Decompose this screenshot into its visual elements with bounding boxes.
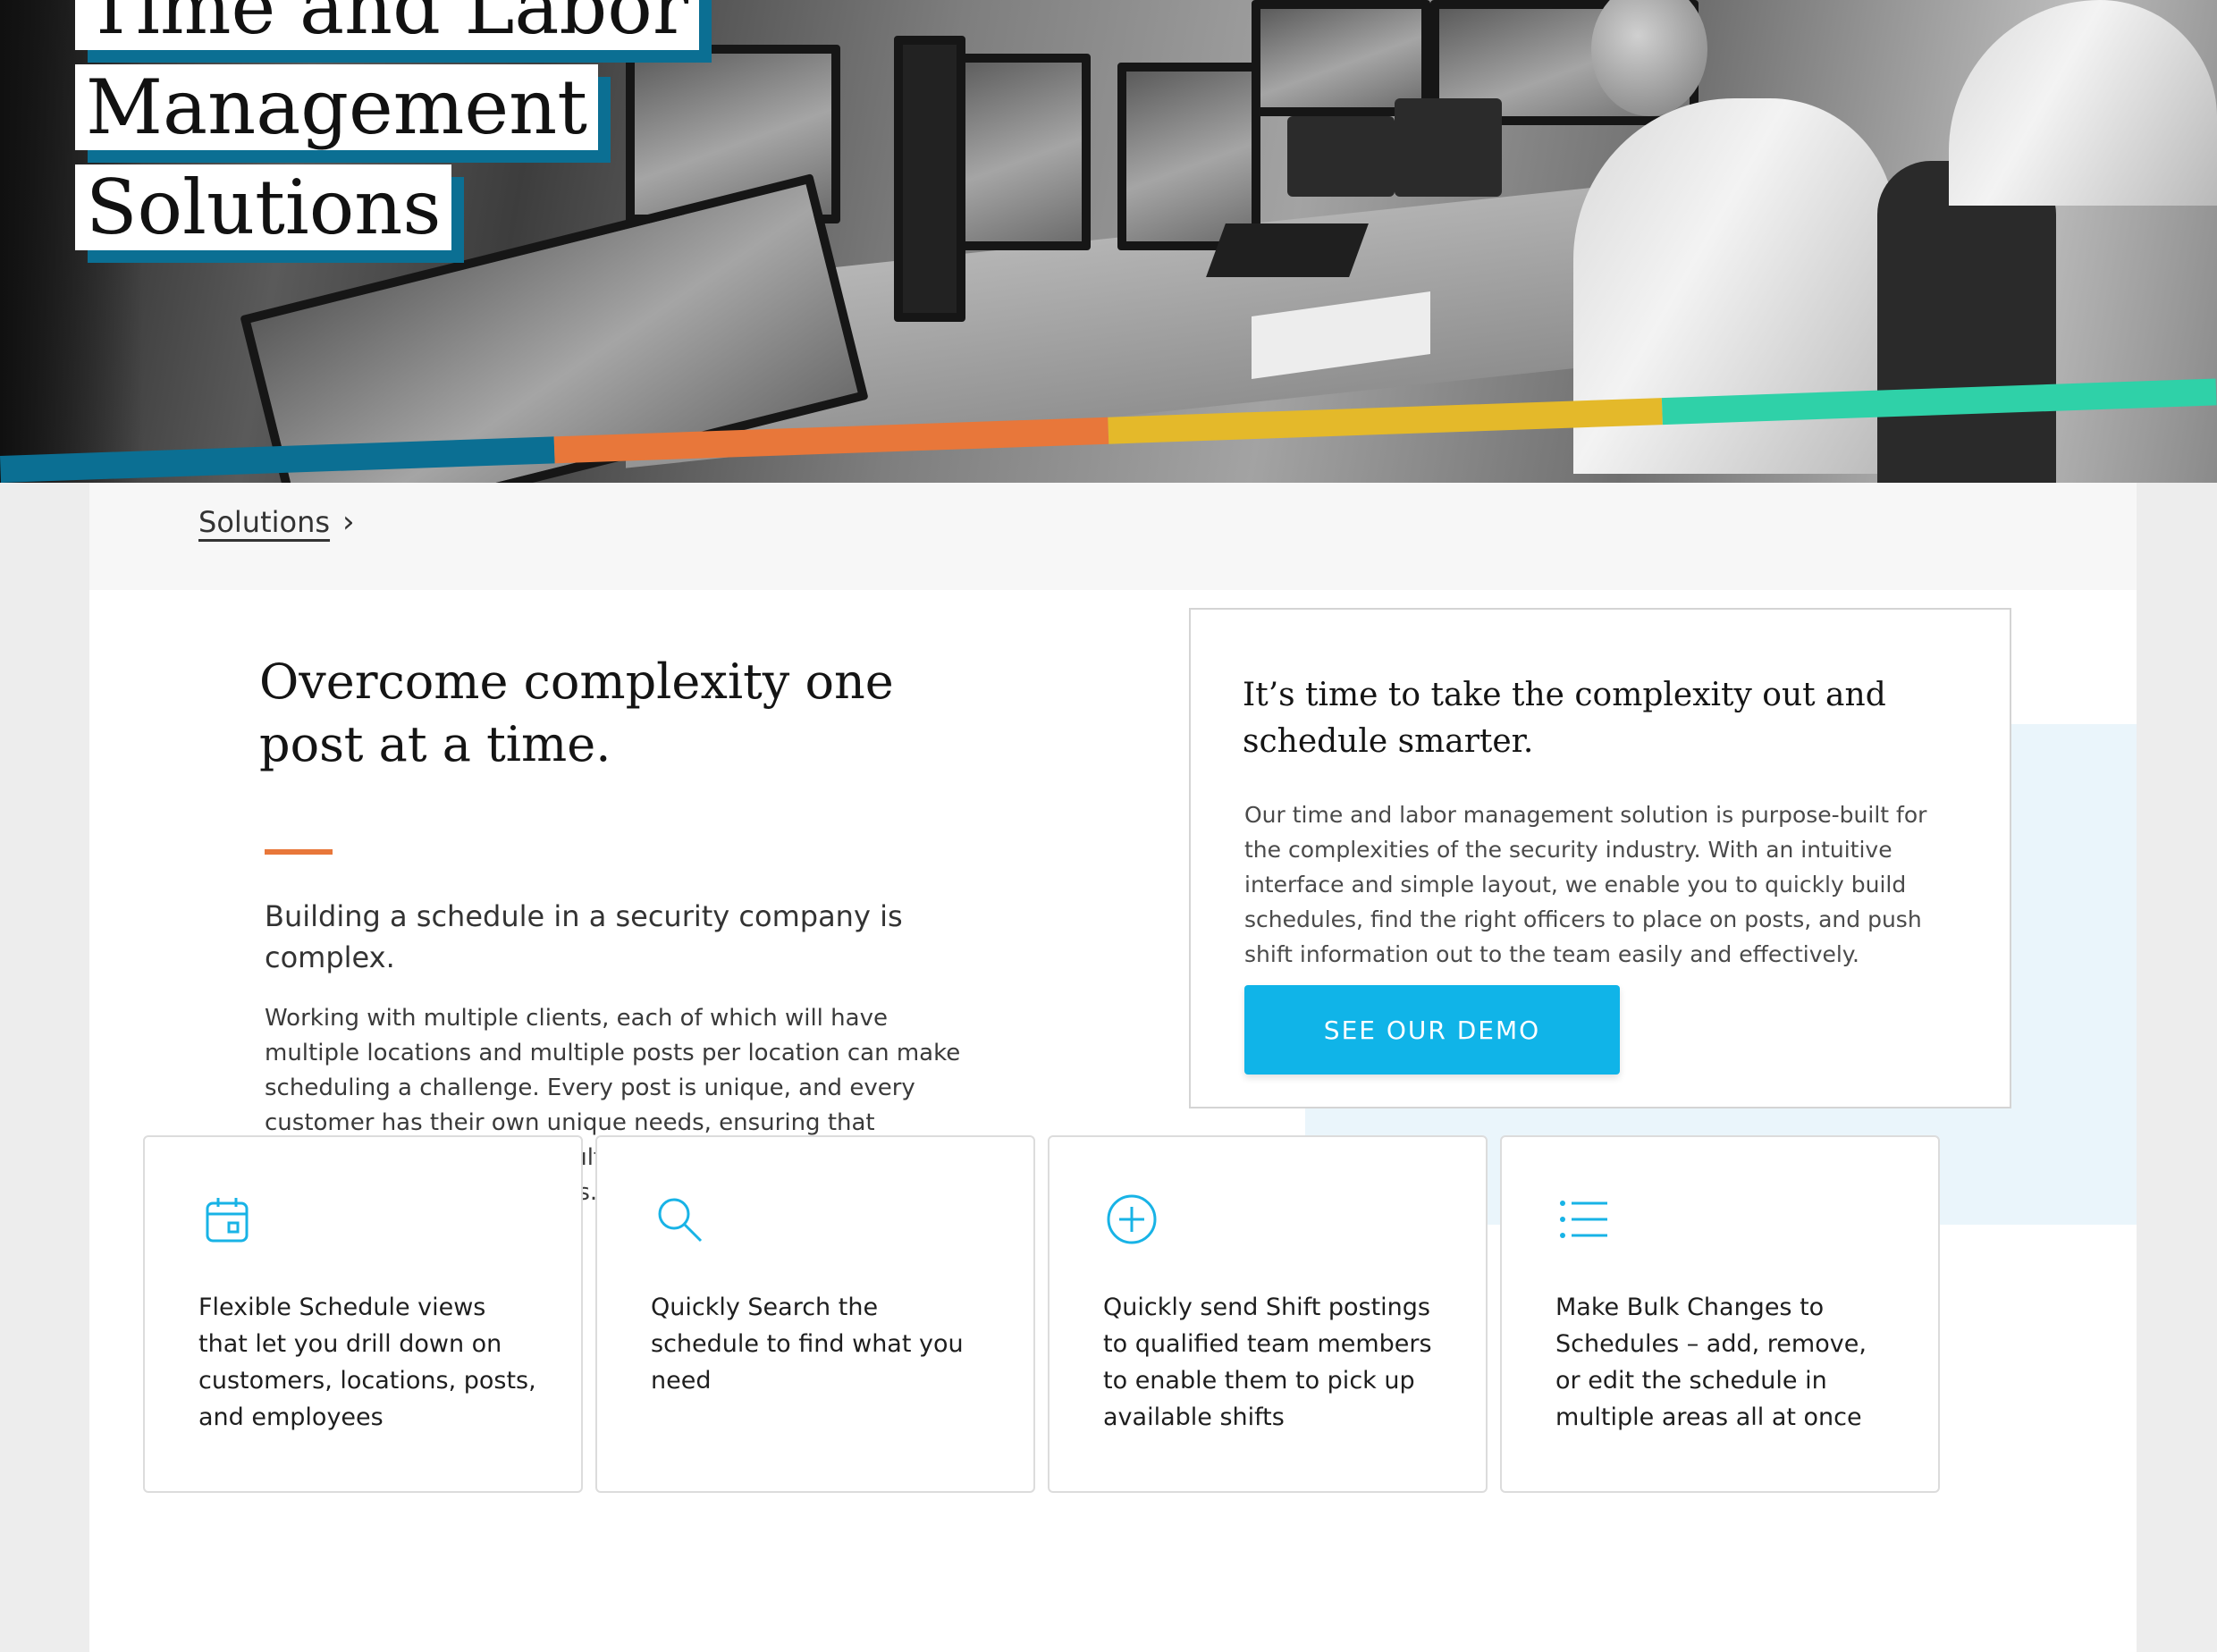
breadcrumb-link-solutions[interactable]: Solutions <box>198 505 330 539</box>
hero-title: Time and Labor Management Solutions <box>75 0 712 265</box>
hero-title-line: Time and Labor <box>75 0 712 63</box>
hero-banner: Time and Labor Management Solutions <box>0 0 2217 483</box>
hero-title-line: Solutions <box>75 164 465 263</box>
feature-text: Make Bulk Changes to Schedules – add, re… <box>1555 1294 1867 1431</box>
feature-card: Flexible Schedule views that let you dri… <box>143 1135 583 1493</box>
feature-text: Quickly Search the schedule to find what… <box>651 1294 964 1395</box>
demo-card-text: Our time and labor management solution i… <box>1244 802 1927 967</box>
calendar-icon <box>206 1198 249 1243</box>
heading-accent-line <box>265 849 333 855</box>
feature-cards: Flexible Schedule views that let you dri… <box>143 1135 2083 1555</box>
see-our-demo-button[interactable]: SEE OUR DEMO <box>1244 985 1620 1075</box>
feature-card: Quickly Search the schedule to find what… <box>595 1135 1035 1493</box>
feature-card: Quickly send Shift postings to qualified… <box>1048 1135 1488 1493</box>
demo-card-title: It’s time to take the complexity out and… <box>1243 677 1886 760</box>
feature-text: Flexible Schedule views that let you dri… <box>198 1294 536 1431</box>
demo-card: It’s time to take the complexity out and… <box>1189 608 2011 1108</box>
feature-text: Quickly send Shift postings to qualified… <box>1103 1294 1432 1431</box>
list-icon <box>1560 1201 1607 1238</box>
lead-text: Building a schedule in a security compan… <box>265 899 903 974</box>
feature-card: Make Bulk Changes to Schedules – add, re… <box>1500 1135 1940 1493</box>
section-heading: Overcome complexity one post at a time. <box>259 653 894 772</box>
hero-title-line: Management <box>75 64 611 163</box>
plus-circle-icon <box>1107 1194 1157 1244</box>
breadcrumb-band <box>89 483 2137 590</box>
search-icon <box>658 1198 703 1243</box>
content-card: Solutions › Overcome complexity one post … <box>89 483 2137 1652</box>
breadcrumb: Solutions › <box>198 504 355 540</box>
chevron-right-icon: › <box>342 504 355 540</box>
